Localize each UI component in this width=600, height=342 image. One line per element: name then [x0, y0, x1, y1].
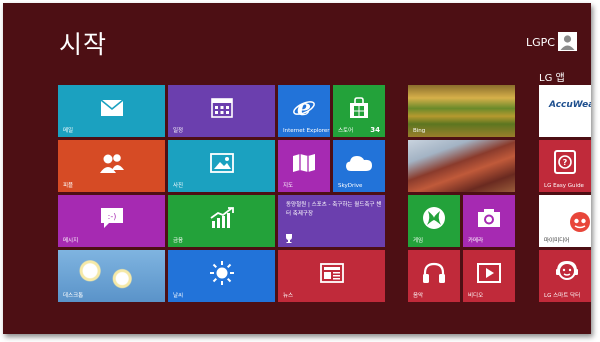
tile-desktop[interactable]: 데스크톱 — [58, 250, 165, 302]
trophy-icon — [286, 234, 292, 243]
tile-label: 메시지 — [63, 238, 79, 244]
tile-travel[interactable] — [408, 140, 515, 192]
tile-people[interactable]: 피플 — [58, 140, 165, 192]
svg-text:?: ? — [563, 158, 568, 167]
user-name[interactable]: LGPC — [526, 36, 555, 49]
svg-text::-): :-) — [107, 212, 116, 221]
tile-label: 지도 — [283, 183, 294, 189]
people-icon — [99, 154, 124, 173]
media-icon — [570, 212, 590, 232]
tile-label: Bing — [413, 128, 426, 134]
tile-bing[interactable]: Bing — [408, 85, 515, 137]
photos-icon — [209, 152, 234, 173]
tile-media[interactable]: 마이미디어 — [539, 195, 591, 247]
xbox-icon — [423, 206, 445, 229]
accuweather-logo-text: AccuWea — [549, 100, 591, 110]
tile-music[interactable]: 음악 — [408, 250, 460, 302]
tile-finance[interactable]: 금융 — [168, 195, 275, 247]
tile-label: LG 스마트 닥터 — [544, 293, 581, 299]
tile-label: 마이미디어 — [544, 238, 570, 244]
tile-store[interactable]: 스토어 34 — [333, 85, 385, 137]
tile-label: 음악 — [413, 293, 424, 299]
user-icon — [560, 35, 575, 50]
video-play-icon — [477, 262, 501, 283]
tile-skydrive[interactable]: SkyDrive — [333, 140, 385, 192]
weather-sun-icon — [209, 260, 234, 285]
tile-maps[interactable]: 지도 — [278, 140, 330, 192]
start-screen: 시작 LGPC LG 앱 메일 피플 :-) 메시지 데스크톱 일정 사진 금융… — [3, 3, 591, 334]
tile-mail[interactable]: 메일 — [58, 85, 165, 137]
tile-label: 메일 — [63, 128, 74, 134]
tile-lg-smart-doctor[interactable]: LG 스마트 닥터 — [539, 250, 591, 302]
store-bag-icon — [350, 97, 368, 118]
tile-messaging[interactable]: :-) 메시지 — [58, 195, 165, 247]
headphones-icon — [423, 262, 445, 283]
cloud-icon — [346, 155, 372, 171]
tile-video[interactable]: 비디오 — [463, 250, 515, 302]
tile-label: 비디오 — [468, 293, 484, 299]
tile-label: 데스크톱 — [63, 293, 84, 299]
tile-weather[interactable]: 날씨 — [168, 250, 275, 302]
mail-icon — [99, 99, 124, 116]
tile-label: 일정 — [173, 128, 184, 134]
tile-camera[interactable]: 카메라 — [463, 195, 515, 247]
tile-label: Internet Explorer — [283, 128, 330, 134]
internet-explorer-icon: e — [293, 96, 315, 120]
tile-label: 날씨 — [173, 293, 184, 299]
tile-label: LG Easy Guide — [544, 183, 584, 189]
tile-news-feed[interactable]: 동양철원 | 스포츠 - 축구하는 월드축구 챈터 축제구장 — [278, 195, 385, 247]
messaging-icon: :-) — [100, 207, 123, 228]
tile-calendar[interactable]: 일정 — [168, 85, 275, 137]
tile-label: SkyDrive — [338, 183, 363, 189]
tile-label: 스토어 — [338, 128, 354, 134]
page-title: 시작 — [59, 30, 108, 59]
support-agent-icon — [556, 260, 578, 280]
store-update-count: 34 — [370, 126, 380, 134]
tile-label: 게임 — [413, 238, 424, 244]
avatar[interactable] — [558, 32, 577, 51]
tile-games[interactable]: 게임 — [408, 195, 460, 247]
svg-text:e: e — [297, 96, 311, 120]
tile-accuweather[interactable]: AccuWea — [539, 85, 591, 137]
tile-label: 사진 — [173, 183, 184, 189]
tile-label: 금융 — [173, 238, 184, 244]
tile-photos[interactable]: 사진 — [168, 140, 275, 192]
help-book-icon: ? — [554, 150, 576, 174]
finance-chart-icon — [209, 206, 234, 228]
tile-internet-explorer[interactable]: e Internet Explorer — [278, 85, 330, 137]
tile-label: 카메라 — [468, 238, 484, 244]
tile-label: 피플 — [63, 183, 74, 189]
camera-icon — [478, 208, 500, 227]
news-headline: 동양철원 | 스포츠 - 축구하는 월드축구 챈터 축제구장 — [286, 202, 382, 217]
maps-icon — [293, 153, 315, 172]
tile-news[interactable]: 뉴스 — [278, 250, 385, 302]
tile-lg-easy-guide[interactable]: ? LG Easy Guide — [539, 140, 591, 192]
news-icon — [319, 262, 344, 283]
calendar-icon — [210, 98, 233, 118]
group-label-lg-apps: LG 앱 — [539, 73, 565, 84]
tile-label: 뉴스 — [283, 293, 294, 299]
